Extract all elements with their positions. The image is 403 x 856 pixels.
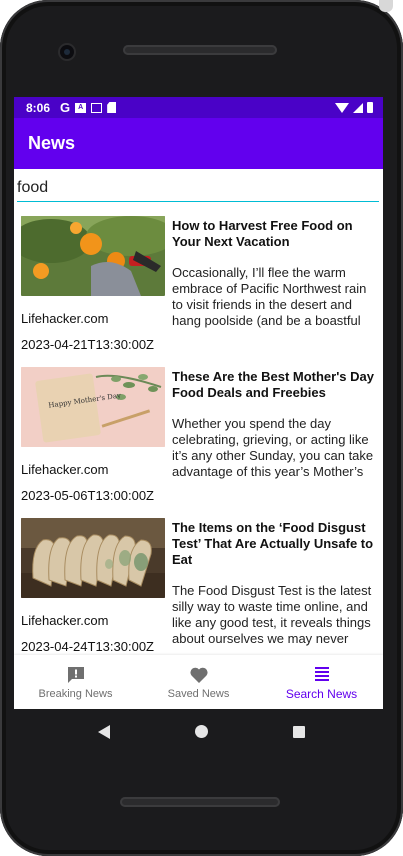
article-title: The Items on the ‘Food Disgust Test’ Tha…: [172, 520, 374, 567]
alert-message-icon: [67, 666, 84, 683]
wifi-icon: [335, 102, 349, 113]
nav-saved-news[interactable]: Saved News: [137, 655, 260, 709]
article-description: Occasionally, I’ll flee the warm embrace…: [172, 265, 367, 328]
battery-icon: [367, 102, 373, 113]
a-notification-icon: A: [75, 102, 87, 113]
article-item[interactable]: Lifehacker.com 2023-04-21T13:30:00Z How …: [14, 208, 383, 359]
article-description: The Food Disgust Test is the latest sill…: [172, 583, 372, 646]
article-date: 2023-04-24T13:30:00Z: [21, 639, 154, 654]
status-bar: 8:06 G A: [14, 97, 383, 118]
heart-icon: [189, 667, 208, 683]
article-list[interactable]: Lifehacker.com 2023-04-21T13:30:00Z How …: [14, 208, 383, 655]
nav-breaking-news[interactable]: Breaking News: [14, 655, 137, 709]
article-date: 2023-04-21T13:30:00Z: [21, 337, 154, 352]
phone-edge: [379, 0, 393, 12]
nav-label: Saved News: [167, 687, 230, 700]
article-title: These Are the Best Mother's Day Food Dea…: [172, 369, 375, 400]
article-image: [21, 216, 165, 296]
bottom-speaker: [120, 797, 280, 807]
app-title: News: [28, 133, 76, 153]
article-source: Lifehacker.com: [21, 613, 109, 628]
article-description: Whether you spend the day celebrating, g…: [172, 416, 374, 479]
screen: 8:06 G A News food Lifehacker.com 2023-0…: [14, 97, 383, 709]
article-item[interactable]: Happy Mother's Day Lifehacker.com 2023-0…: [14, 359, 383, 510]
app-bar: News: [14, 118, 383, 169]
recents-icon[interactable]: [293, 725, 305, 738]
gmail-icon: [91, 102, 103, 113]
article-title: How to Harvest Free Food on Your Next Va…: [172, 218, 353, 249]
bottom-navigation: Breaking News Saved News Search News: [14, 655, 383, 709]
nav-label: Breaking News: [38, 687, 113, 700]
signal-icon: [353, 102, 363, 113]
google-icon: G: [60, 100, 71, 115]
front-camera: [60, 45, 74, 59]
article-date: 2023-05-06T13:00:00Z: [21, 488, 154, 503]
nav-search-news[interactable]: Search News: [260, 655, 383, 709]
list-icon: [314, 666, 329, 681]
article-source: Lifehacker.com: [21, 311, 109, 326]
article-image: [21, 518, 165, 598]
article-item[interactable]: Lifehacker.com 2023-04-24T13:30:00Z The …: [14, 510, 383, 655]
phone-frame: 8:06 G A News food Lifehacker.com 2023-0…: [0, 0, 403, 856]
article-source: Lifehacker.com: [21, 462, 109, 477]
earpiece-speaker: [123, 45, 277, 55]
sd-card-icon: [107, 102, 117, 113]
system-navigation-bar: [0, 709, 403, 754]
status-time: 8:06: [26, 100, 51, 115]
home-icon[interactable]: [195, 725, 208, 738]
article-image: Happy Mother's Day: [21, 367, 165, 447]
nav-label: Search News: [285, 686, 358, 701]
back-icon[interactable]: [98, 724, 110, 739]
search-input[interactable]: [17, 175, 379, 202]
